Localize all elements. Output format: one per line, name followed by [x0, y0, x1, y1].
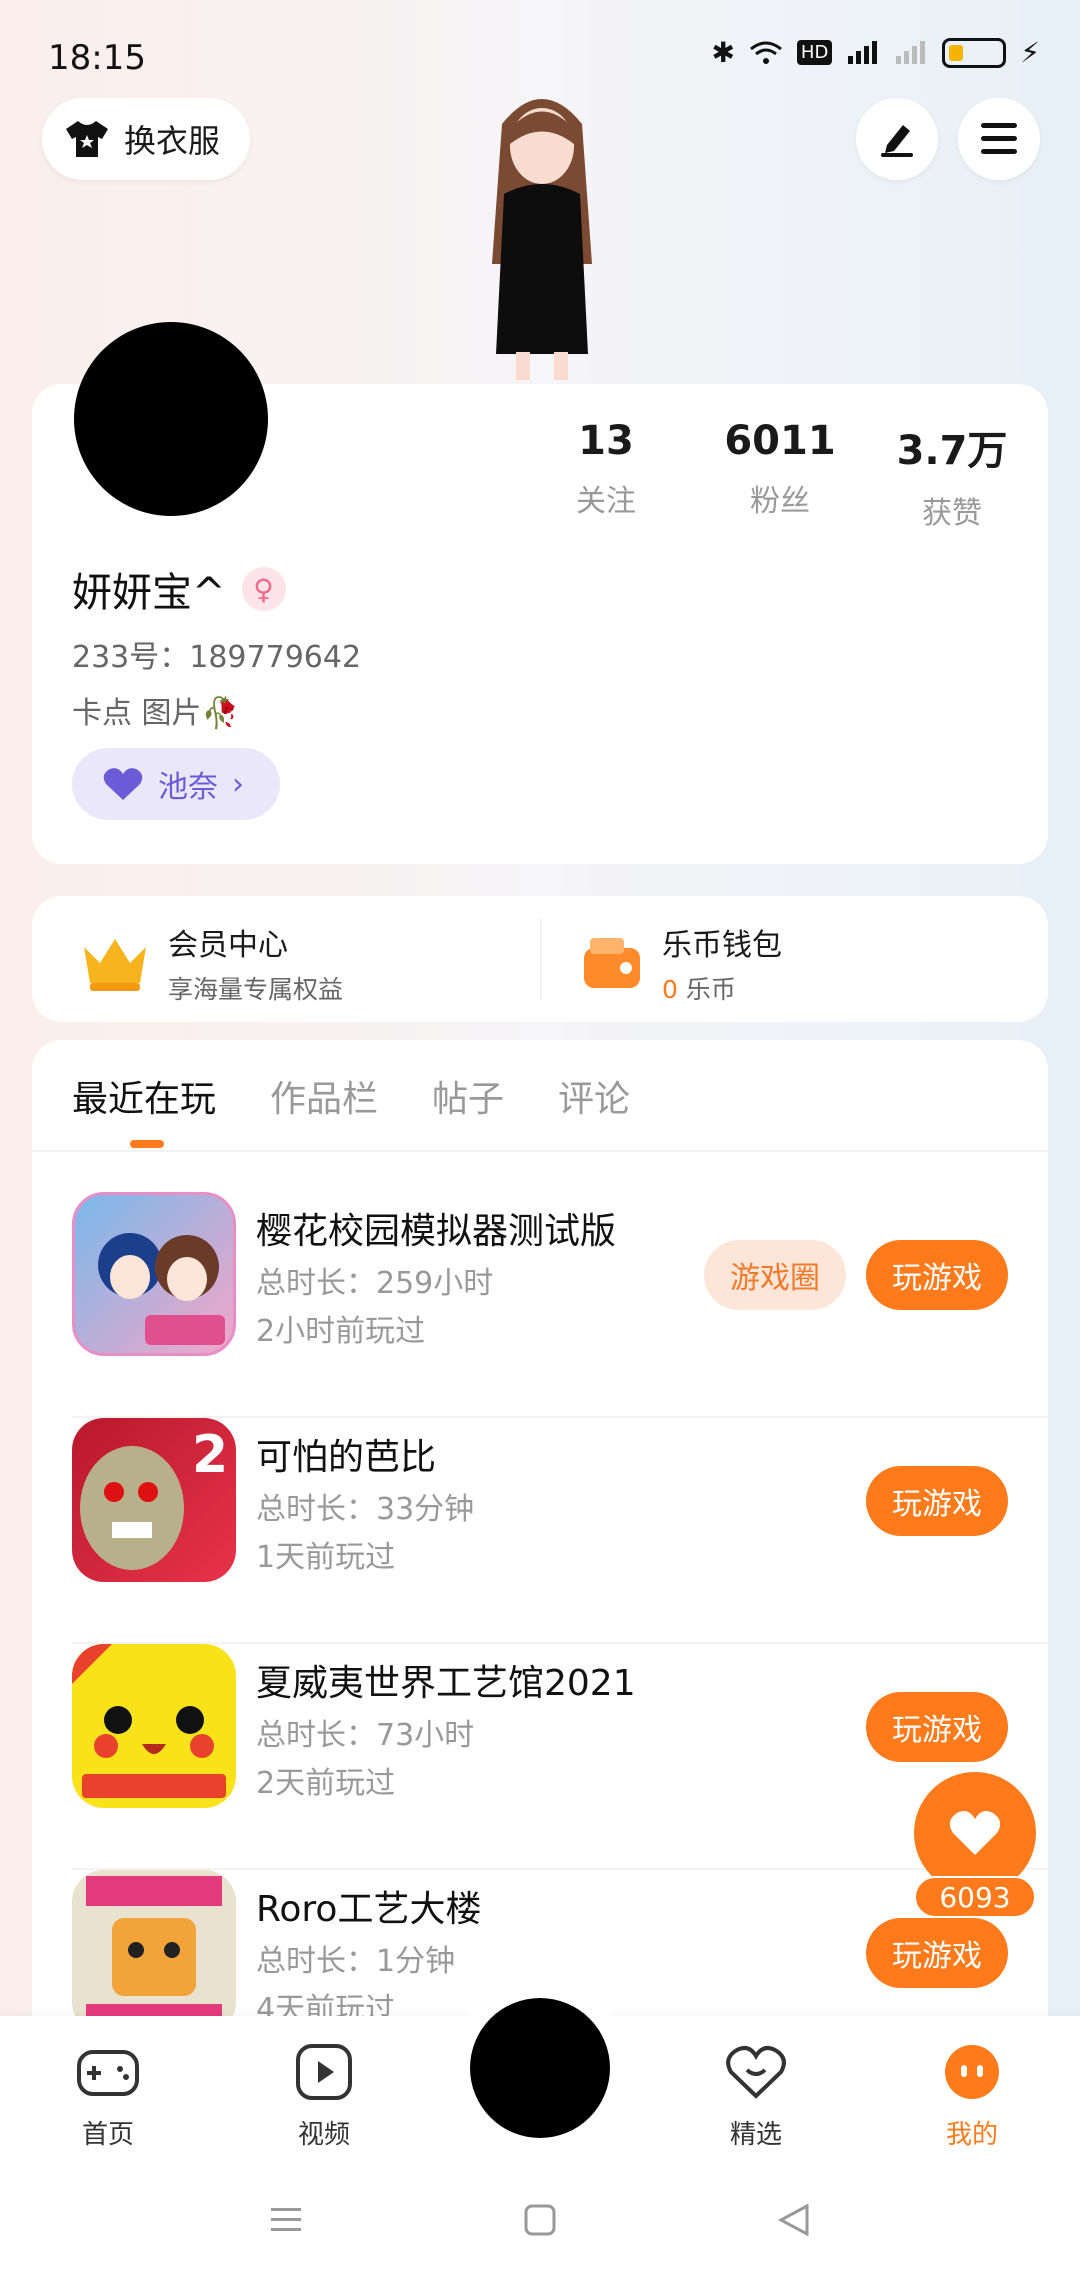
username: 妍妍宝^: [72, 570, 226, 616]
gamepad-icon: [77, 2050, 139, 2096]
wallet-title: 乐币钱包: [662, 928, 782, 963]
game-name: 夏威夷世界工艺馆2021: [256, 1663, 636, 1704]
game-icon-roro[interactable]: [72, 1870, 236, 2034]
play-game-button[interactable]: 玩游戏: [866, 1918, 1008, 1988]
nav-featured-label: 精选: [729, 2120, 782, 2150]
recent-apps-icon[interactable]: [269, 2205, 303, 2235]
tab-works[interactable]: 作品栏: [270, 1070, 378, 1122]
divider: [540, 918, 542, 1000]
shirt-icon: [66, 121, 108, 157]
stat-following-count: 13: [578, 418, 634, 464]
menu-icon: [981, 123, 1017, 154]
stat-followers[interactable]: 6011 粉丝: [700, 418, 860, 520]
heart-icon: [949, 1811, 1001, 1855]
game-last-played: 2天前玩过: [256, 1766, 396, 1801]
nav-video-label: 视频: [297, 2120, 350, 2150]
face-icon: [945, 2045, 999, 2099]
status-time: 18:15: [48, 38, 146, 78]
nav-featured[interactable]: 精选: [686, 2040, 826, 2151]
stat-followers-count: 6011: [724, 418, 836, 464]
game-duration: 总时长：33分钟: [256, 1492, 475, 1527]
fan-club-button[interactable]: 池奈 ›: [72, 748, 280, 820]
play-game-button[interactable]: 玩游戏: [866, 1240, 1008, 1310]
tab-recent[interactable]: 最近在玩: [72, 1070, 216, 1148]
stat-likes[interactable]: 3.7万 获赞: [872, 418, 1032, 532]
game-circle-button[interactable]: 游戏圈: [704, 1240, 846, 1310]
play-game-button[interactable]: 玩游戏: [866, 1466, 1008, 1536]
stat-following-label: 关注: [576, 484, 636, 519]
nav-video[interactable]: 视频: [254, 2040, 394, 2151]
edit-button[interactable]: [856, 98, 938, 180]
stat-likes-label: 获赞: [922, 496, 982, 531]
stat-followers-label: 粉丝: [750, 484, 810, 519]
chevron-right-icon: ›: [232, 766, 244, 802]
game-last-played: 1天前玩过: [256, 1540, 396, 1575]
system-nav-bar: [0, 2200, 1080, 2240]
profile-tabs: 最近在玩 作品栏 帖子 评论: [72, 1070, 630, 1148]
charging-icon: ⚡: [1020, 36, 1040, 69]
avatar[interactable]: [74, 322, 268, 516]
wallet-balance: 0 乐币: [662, 970, 782, 1006]
change-outfit-button[interactable]: 换衣服: [42, 98, 251, 180]
home-icon[interactable]: [523, 2203, 557, 2237]
game-name: Roro工艺大楼: [256, 1889, 482, 1930]
game-icon-sakura[interactable]: [72, 1192, 236, 1356]
game-icon-kawaiiworld[interactable]: [72, 1644, 236, 1808]
vip-title: 会员中心: [168, 928, 288, 963]
center-action-button[interactable]: [470, 1998, 610, 2138]
tabs-divider: [32, 1150, 1048, 1152]
fan-club-label: 池奈: [158, 770, 218, 805]
change-outfit-label: 换衣服: [124, 122, 221, 160]
game-row[interactable]: 2 可怕的芭比 总时长：33分钟 1天前玩过 玩游戏: [72, 1418, 1048, 1644]
nav-me-label: 我的: [945, 2120, 998, 2150]
nav-me[interactable]: 我的: [902, 2040, 1042, 2151]
game-duration: 总时长：73小时: [256, 1718, 475, 1753]
nav-home-label: 首页: [81, 2120, 134, 2150]
game-name: 可怕的芭比: [256, 1437, 437, 1478]
back-icon[interactable]: [777, 2203, 811, 2237]
svg-text:2: 2: [192, 1425, 228, 1485]
bluetooth-icon: ✱: [711, 36, 735, 69]
video-icon: [296, 2044, 352, 2100]
like-count: 6093: [914, 1876, 1036, 1918]
game-row[interactable]: 樱花校园模拟器测试版 总时长：259小时 2小时前玩过 游戏圈 玩游戏: [72, 1192, 1048, 1418]
game-duration: 总时长：1分钟: [256, 1944, 456, 1979]
game-row[interactable]: 夏威夷世界工艺馆2021 总时长：73小时 2天前玩过 玩游戏: [72, 1644, 1048, 1870]
game-name: 樱花校园模拟器测试版: [256, 1211, 617, 1252]
wallet-amount: 0: [662, 975, 678, 1004]
vip-center[interactable]: 会员中心 享海量专属权益: [80, 920, 343, 1006]
pen-icon: [881, 125, 913, 157]
signal-icon: [848, 40, 878, 64]
play-game-button[interactable]: 玩游戏: [866, 1692, 1008, 1762]
wifi-icon: [749, 41, 782, 64]
game-last-played: 2小时前玩过: [256, 1314, 426, 1349]
battery-icon: [942, 37, 1007, 68]
game-duration: 总时长：259小时: [256, 1266, 494, 1301]
hd-icon: HD: [796, 40, 833, 65]
avatar-character-image[interactable]: [442, 84, 642, 384]
menu-button[interactable]: [958, 98, 1040, 180]
status-icons: ✱ HD ⚡: [711, 36, 1040, 69]
stat-likes-count: 3.7万: [896, 428, 1008, 474]
wallet-icon: [584, 938, 640, 988]
female-icon: ♀: [241, 567, 286, 611]
nav-home[interactable]: 首页: [38, 2040, 178, 2151]
crown-icon: [84, 939, 146, 991]
user-id: 233号：189779642: [72, 640, 362, 675]
username-row: 妍妍宝^ ♀: [72, 560, 286, 618]
game-icon-barbie[interactable]: 2: [72, 1418, 236, 1582]
signal-weak-icon: [896, 40, 926, 64]
stat-following[interactable]: 13 关注: [526, 418, 686, 520]
wallet-unit: 乐币: [685, 975, 736, 1004]
vip-subtitle: 享海量专属权益: [168, 975, 344, 1004]
user-bio: 卡点 图片🥀: [72, 696, 239, 731]
heart-outline-icon: [726, 2046, 786, 2099]
wallet[interactable]: 乐币钱包 0 乐币: [580, 920, 782, 1006]
heart-icon: [103, 768, 143, 800]
tab-comments[interactable]: 评论: [558, 1070, 630, 1122]
tab-posts[interactable]: 帖子: [432, 1070, 504, 1122]
